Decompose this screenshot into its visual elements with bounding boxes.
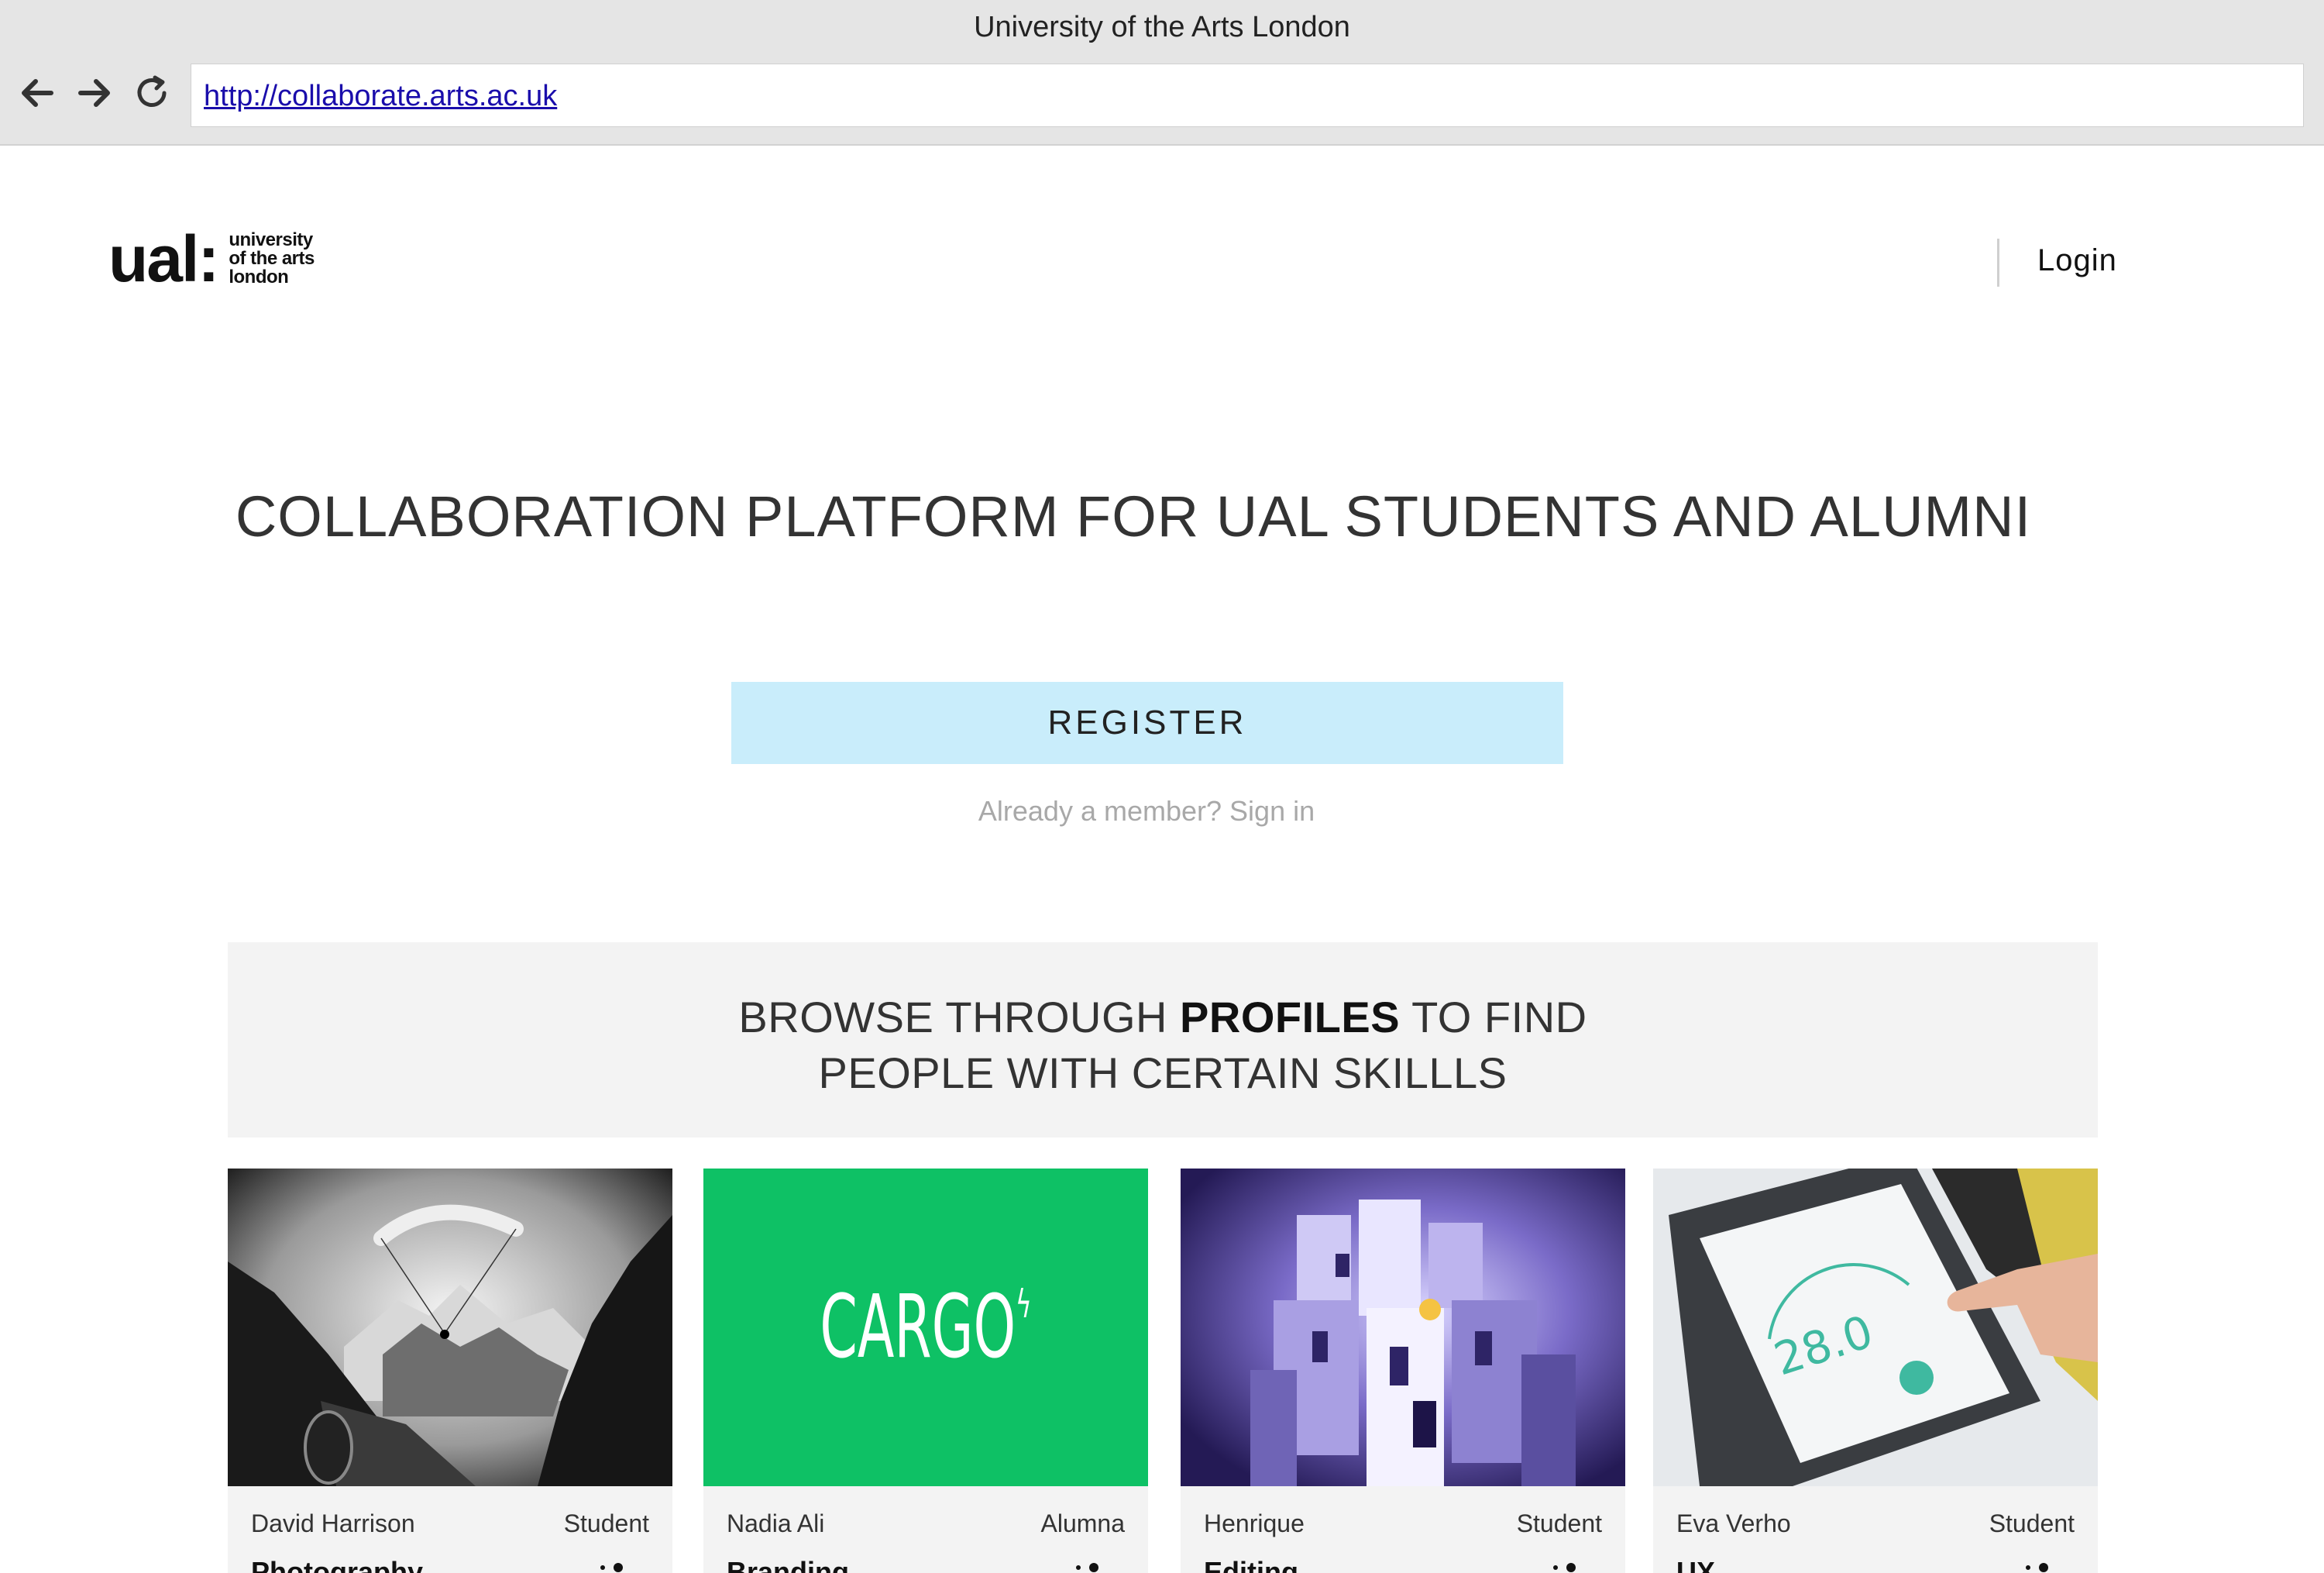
register-button[interactable]: REGISTER [731, 682, 1563, 764]
profile-name[interactable]: Henrique [1204, 1509, 1305, 1538]
profile-image-paraglider[interactable] [228, 1169, 672, 1486]
more-options-icon[interactable] [1548, 1562, 1594, 1573]
lightning-icon: ϟ [1016, 1282, 1032, 1327]
profile-name[interactable]: David Harrison [251, 1509, 415, 1538]
profile-skill: Branding [727, 1556, 849, 1573]
profile-skill: Photography [251, 1556, 423, 1573]
browse-profiles-keyword: PROFILES [1180, 993, 1401, 1041]
profile-card[interactable]: Henrique Student Editing [1181, 1169, 1625, 1573]
logo-mark: ual: [108, 222, 219, 295]
profile-image-paper-city[interactable] [1181, 1169, 1625, 1486]
profile-role: Student [563, 1509, 649, 1537]
profile-skill: Editing [1204, 1556, 1298, 1573]
logo-line: university [229, 229, 313, 250]
profile-skill: UX [1676, 1556, 1716, 1573]
profile-role: Alumna [1040, 1509, 1126, 1537]
browse-profiles-banner: BROWSE THROUGH PROFILES TO FIND PEOPLE W… [228, 942, 2098, 1138]
profile-card[interactable]: 28.0 Eva Verho Student UX [1653, 1169, 2098, 1573]
address-bar[interactable]: http://collaborate.arts.ac.uk [191, 64, 2304, 127]
ual-logo[interactable]: ual: university of the arts london [108, 226, 315, 291]
browse-heading-line-2: PEOPLE WITH CERTAIN SKILLLS [818, 1048, 1508, 1097]
logo-line: london [229, 267, 289, 287]
browse-heading-line-1: BROWSE THROUGH PROFILES TO FIND [228, 992, 2098, 1042]
cargo-logo-text: CARGO ϟ [788, 1169, 1064, 1486]
header-divider [1997, 239, 1999, 287]
profile-role: Student [1516, 1509, 1602, 1537]
profile-name[interactable]: Eva Verho [1676, 1509, 1791, 1538]
profile-image-cargo-logo[interactable]: CARGO ϟ [703, 1169, 1148, 1486]
more-options-icon[interactable] [1071, 1562, 1117, 1573]
profile-card[interactable]: CARGO ϟ Nadia Ali Alumna Branding [703, 1169, 1148, 1573]
browser-chrome: University of the Arts London http://col… [0, 0, 2324, 146]
profile-card[interactable]: David Harrison Student Photography [228, 1169, 672, 1573]
cargo-logo-word: CARGO [820, 1277, 1016, 1378]
logo-wordmark: university of the arts london [229, 231, 315, 287]
profile-name[interactable]: Nadia Ali [727, 1509, 824, 1538]
window-title: University of the Arts London [974, 11, 1350, 43]
logo-line: of the arts [229, 248, 315, 269]
sign-in-link[interactable]: Already a member? Sign in [0, 795, 2293, 828]
page-title: COLLABORATION PLATFORM FOR UAL STUDENTS … [235, 484, 2032, 549]
login-link[interactable]: Login [2037, 243, 2117, 278]
forward-arrow-icon[interactable] [73, 71, 116, 115]
profile-image-thermostat[interactable]: 28.0 [1653, 1169, 2098, 1486]
back-arrow-icon[interactable] [15, 71, 59, 115]
more-options-icon[interactable] [595, 1562, 641, 1573]
reload-icon[interactable] [130, 71, 174, 115]
browse-text: BROWSE THROUGH [738, 993, 1181, 1041]
more-options-icon[interactable] [2020, 1562, 2067, 1573]
profile-role: Student [1989, 1509, 2075, 1537]
browse-text: TO FIND [1400, 993, 1587, 1041]
url-text[interactable]: http://collaborate.arts.ac.uk [204, 80, 557, 113]
